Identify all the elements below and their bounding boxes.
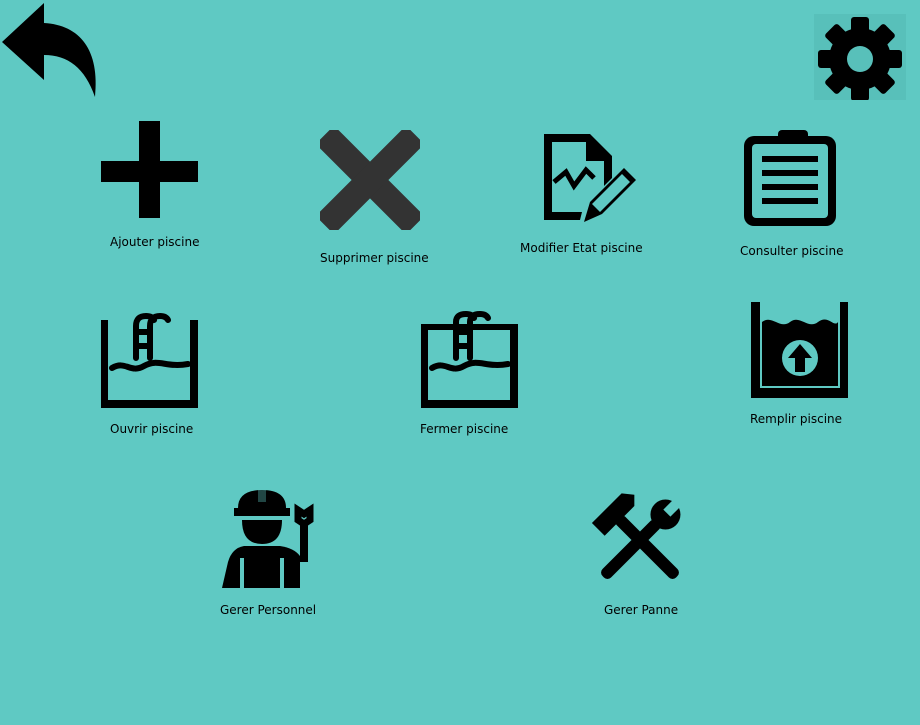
add-pool-label: Ajouter piscine bbox=[110, 235, 200, 249]
open-pool-button[interactable]: Ouvrir piscine bbox=[100, 310, 210, 438]
edit-pool-state-button[interactable]: Modifier Etat piscine bbox=[518, 128, 648, 258]
fill-pool-button[interactable]: Remplir piscine bbox=[748, 300, 858, 428]
tools-icon bbox=[591, 493, 682, 579]
manage-breakdown-label: Gerer Panne bbox=[604, 603, 679, 617]
delete-pool-label: Supprimer piscine bbox=[320, 251, 429, 265]
view-pool-label: Consulter piscine bbox=[740, 244, 844, 258]
manage-staff-button[interactable]: Gerer Personnel bbox=[218, 490, 328, 620]
manage-staff-label: Gerer Personnel bbox=[220, 603, 317, 617]
gear-icon bbox=[818, 17, 902, 100]
cross-icon bbox=[320, 130, 420, 230]
clipboard-icon bbox=[744, 130, 836, 226]
open-pool-label: Ouvrir piscine bbox=[110, 422, 194, 436]
pool-ladder-icon bbox=[101, 312, 198, 408]
settings-button[interactable] bbox=[814, 14, 906, 100]
close-pool-button[interactable]: Fermer piscine bbox=[418, 310, 528, 438]
edit-pool-state-label: Modifier Etat piscine bbox=[520, 241, 643, 255]
back-arrow-icon bbox=[2, 3, 96, 97]
view-pool-button[interactable]: Consulter piscine bbox=[738, 128, 858, 260]
manage-breakdown-button[interactable]: Gerer Panne bbox=[588, 490, 698, 620]
add-pool-button[interactable]: Ajouter piscine bbox=[100, 120, 210, 250]
close-pool-label: Fermer piscine bbox=[420, 422, 509, 436]
pool-ladder-icon bbox=[421, 310, 518, 408]
back-button[interactable] bbox=[0, 0, 100, 100]
pool-fill-icon bbox=[751, 302, 848, 398]
fill-pool-label: Remplir piscine bbox=[750, 412, 843, 426]
plus-icon bbox=[101, 121, 198, 218]
worker-icon bbox=[222, 490, 314, 588]
document-edit-icon bbox=[544, 134, 636, 222]
delete-pool-button[interactable]: Supprimer piscine bbox=[318, 128, 438, 268]
